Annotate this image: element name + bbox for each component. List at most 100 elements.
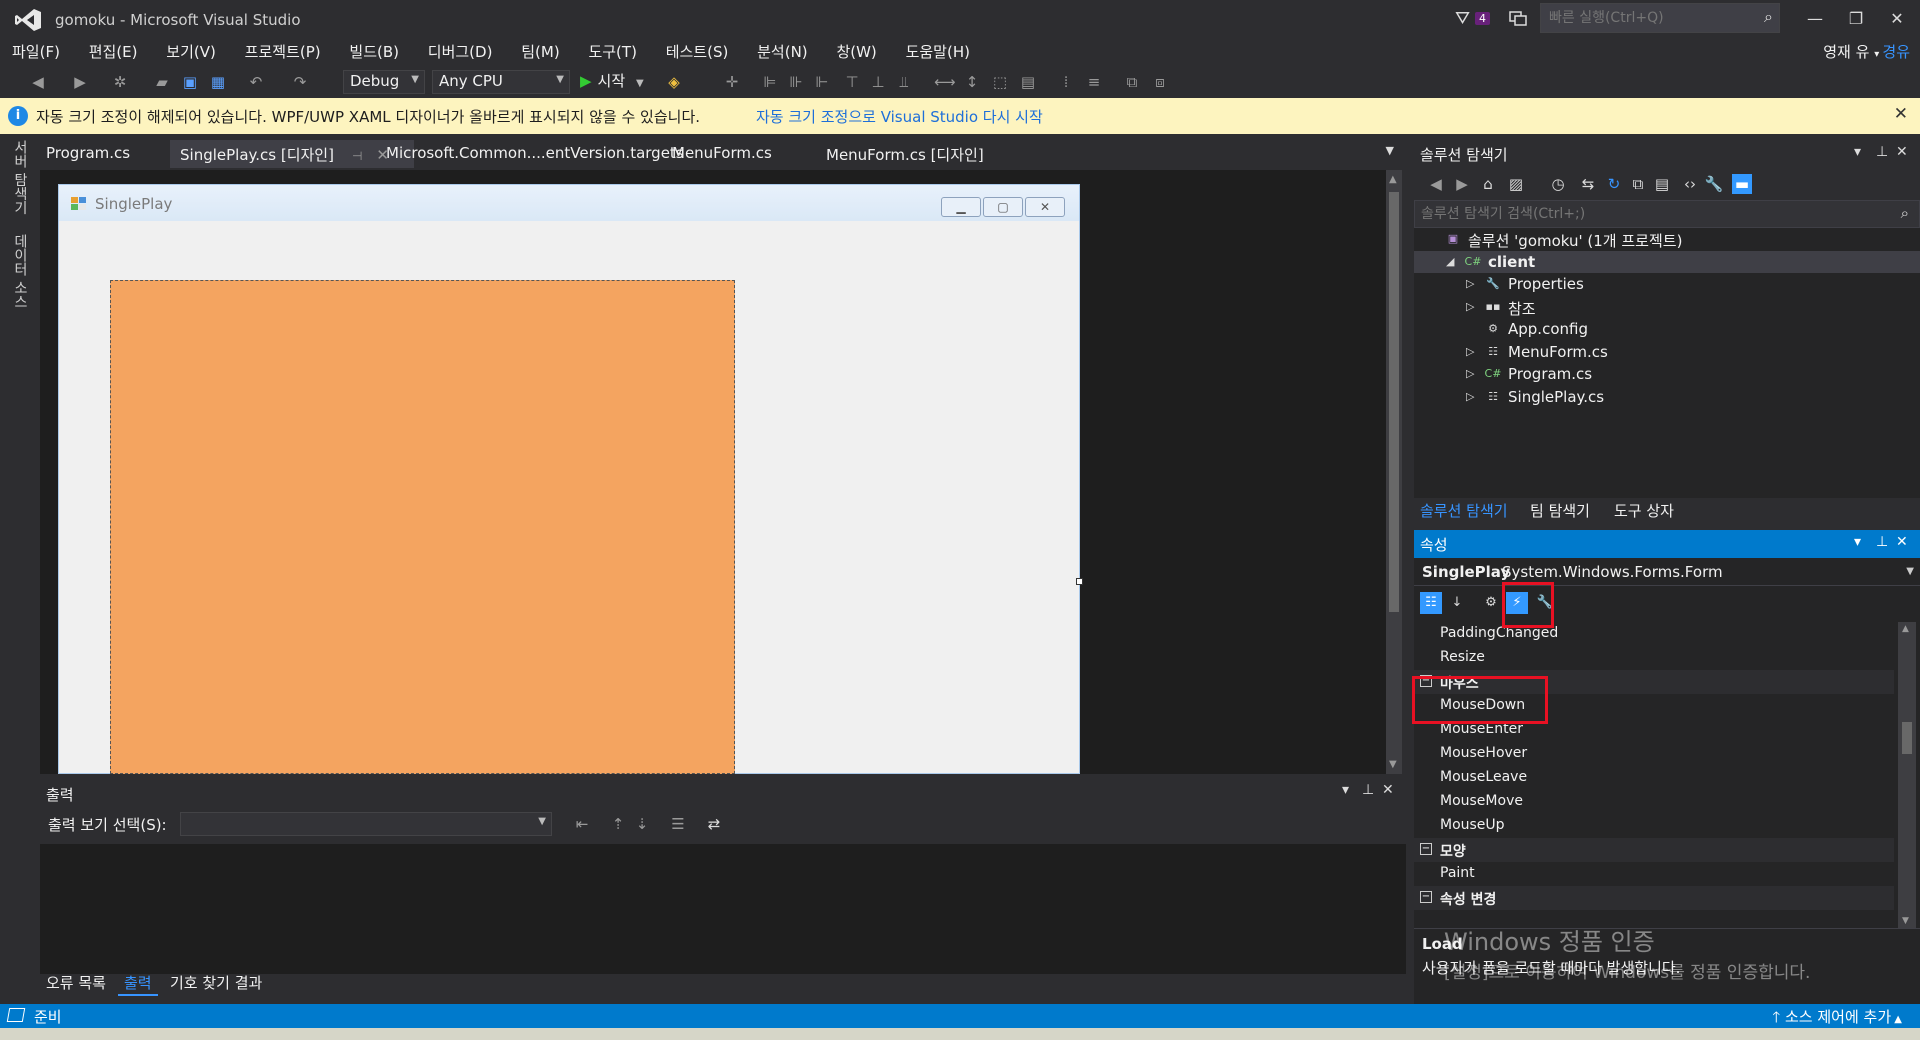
clear-all-icon[interactable]: ☰ — [668, 814, 688, 834]
undo-icon[interactable]: ↶ — [246, 72, 266, 92]
size-to-grid-icon[interactable]: ▤ — [1018, 72, 1038, 92]
close-icon[interactable]: ✕ — [1382, 782, 1394, 798]
preview-selected-items-icon[interactable]: ▬ — [1732, 174, 1752, 194]
menu-build[interactable]: 빌드(B) — [337, 38, 411, 65]
start-debugging-button[interactable]: ▶ 시작 ▼ — [580, 70, 644, 94]
panel-options-icon[interactable]: ▾ — [1342, 782, 1349, 798]
switch-views-icon[interactable]: ▨ — [1506, 174, 1526, 194]
alphabetical-icon[interactable]: ↓ — [1446, 592, 1468, 614]
collapse-arrow-icon[interactable]: ◢ — [1446, 255, 1454, 268]
solution-platform-select[interactable]: Any CPU ▼ — [432, 70, 570, 94]
back-icon[interactable]: ◀ — [1426, 174, 1446, 194]
menu-file[interactable]: 파일(F) — [0, 38, 72, 65]
output-source-select[interactable]: ▼ — [180, 812, 552, 836]
expand-arrow-icon[interactable]: ▷ — [1466, 300, 1474, 313]
align-lefts-icon[interactable]: ⊫ — [760, 72, 780, 92]
view-code-icon[interactable]: ‹› — [1680, 174, 1700, 194]
restore-button[interactable]: ❐ — [1836, 6, 1876, 32]
notification-count-badge[interactable]: 4 — [1475, 12, 1490, 25]
menu-view[interactable]: 보기(V) — [154, 38, 228, 65]
panel-options-icon[interactable]: ▾ — [1854, 144, 1861, 160]
expand-arrow-icon[interactable]: ▷ — [1466, 390, 1474, 403]
tab-solution-explorer[interactable]: 솔루션 탐색기 — [1414, 500, 1514, 521]
expand-arrow-icon[interactable]: ▷ — [1466, 345, 1474, 358]
form-resize-handle[interactable] — [1076, 578, 1083, 585]
minimize-button[interactable]: — — [1795, 6, 1835, 32]
next-message-icon[interactable]: ⇣ — [632, 814, 652, 834]
restart-dpi-unaware-link[interactable]: 자동 크기 조정으로 Visual Studio 다시 시작 — [756, 106, 1043, 127]
scroll-down-icon[interactable]: ▼ — [1389, 759, 1397, 770]
menu-analyze[interactable]: 분석(N) — [745, 38, 820, 65]
save-icon[interactable]: ▣ — [180, 72, 200, 92]
align-centers-icon[interactable]: ⊪ — [786, 72, 806, 92]
solution-search-input[interactable] — [1415, 201, 1855, 227]
browser-link-icon[interactable]: ◈ — [664, 72, 684, 92]
designer-vertical-scrollbar[interactable]: ▲ ▼ — [1386, 170, 1402, 774]
bring-to-front-icon[interactable]: ⧉ — [1122, 72, 1142, 92]
expand-arrow-icon[interactable]: ▷ — [1466, 277, 1474, 290]
event-row[interactable]: MouseLeave — [1414, 766, 1894, 790]
tree-item[interactable]: ▷ ☷ SinglePlay.cs — [1414, 386, 1920, 408]
menu-project[interactable]: 프로젝트(P) — [233, 38, 333, 65]
tab-find-symbol-results[interactable]: 기호 찾기 결과 — [164, 968, 268, 996]
menu-team[interactable]: 팀(M) — [509, 38, 571, 65]
event-row[interactable]: PaddingChanged — [1414, 622, 1894, 646]
tab-team-explorer[interactable]: 팀 탐색기 — [1524, 500, 1596, 521]
menu-test[interactable]: 테스트(S) — [654, 38, 741, 65]
server-explorer-tab[interactable]: 서버 탐색기 — [10, 140, 30, 214]
tree-item[interactable]: ◢ C# client — [1414, 250, 1920, 273]
align-bottoms-icon[interactable]: ⫫ — [894, 72, 914, 92]
event-row[interactable]: MouseMove — [1414, 790, 1894, 814]
align-to-grid-icon[interactable]: ✛ — [722, 72, 742, 92]
save-all-icon[interactable]: ▦ — [208, 72, 228, 92]
notification-flag-icon[interactable]: ⛛ — [1455, 8, 1470, 29]
pin-icon[interactable]: ⊥ — [1876, 144, 1888, 160]
menu-tools[interactable]: 도구(T) — [576, 38, 648, 65]
make-same-width-icon[interactable]: ⟷ — [934, 72, 956, 92]
new-project-icon[interactable]: ✲ — [110, 72, 130, 92]
scrollbar-thumb[interactable] — [1902, 722, 1912, 754]
refresh-icon[interactable]: ↻ — [1604, 174, 1624, 194]
properties-view-icon[interactable]: ⚙ — [1480, 592, 1502, 614]
quick-launch-box[interactable]: ⌕ — [1540, 3, 1780, 33]
menu-debug[interactable]: 디버그(D) — [416, 38, 505, 65]
property-grid-scrollbar[interactable]: ▲ ▼ — [1898, 622, 1916, 928]
toggle-word-wrap-icon[interactable]: ⇄ — [704, 814, 724, 834]
solution-configuration-select[interactable]: Debug ▼ — [343, 70, 425, 94]
tab-list-dropdown-icon[interactable]: ▼ — [1386, 144, 1394, 157]
align-tops-icon[interactable]: ⊤ — [842, 72, 862, 92]
properties-wrench-icon[interactable]: 🔧 — [1704, 174, 1724, 194]
event-row[interactable]: MouseHover — [1414, 742, 1894, 766]
collapse-box-icon[interactable]: − — [1420, 843, 1432, 855]
menu-edit[interactable]: 편집(E) — [77, 38, 150, 65]
home-icon[interactable]: ⌂ — [1478, 174, 1498, 194]
property-category[interactable]: − 모양 — [1414, 838, 1894, 862]
expand-arrow-icon[interactable]: ▷ — [1466, 367, 1474, 380]
align-middles-icon[interactable]: ⊥ — [868, 72, 888, 92]
collapse-box-icon[interactable]: − — [1420, 891, 1432, 903]
forward-icon[interactable]: ▶ — [1452, 174, 1472, 194]
scroll-down-icon[interactable]: ▼ — [1902, 916, 1909, 926]
close-window-button[interactable]: ✕ — [1877, 6, 1917, 32]
tab-menuform-designer[interactable]: MenuForm.cs [디자인] — [816, 140, 994, 168]
event-row[interactable]: MouseUp — [1414, 814, 1894, 838]
align-rights-icon[interactable]: ⊩ — [812, 72, 832, 92]
open-file-icon[interactable]: ▰ — [152, 72, 172, 92]
send-to-back-icon[interactable]: ⧈ — [1150, 72, 1170, 92]
tab-targets-file[interactable]: Microsoft.Common....entVersion.targets — [376, 140, 694, 168]
collapse-all-icon[interactable]: ⧉ — [1628, 174, 1648, 194]
redo-icon[interactable]: ↷ — [290, 72, 310, 92]
scroll-up-icon[interactable]: ▲ — [1902, 624, 1909, 634]
close-icon[interactable]: ✕ — [1896, 534, 1908, 550]
tree-item[interactable]: ▷ ▪▪ 참조 — [1414, 296, 1920, 318]
make-same-height-icon[interactable]: ↕ — [962, 72, 982, 92]
scroll-up-icon[interactable]: ▲ — [1389, 174, 1397, 185]
tab-menuform-cs[interactable]: MenuForm.cs — [662, 140, 782, 168]
show-all-files-icon[interactable]: ▤ — [1652, 174, 1672, 194]
tree-item[interactable]: ▷ C# Program.cs — [1414, 363, 1920, 385]
event-row[interactable]: Resize — [1414, 646, 1894, 670]
game-board-panel[interactable] — [110, 280, 735, 774]
user-account[interactable]: 영재 유 ▾ 경유 — [1823, 41, 1910, 62]
find-message-icon[interactable]: ⇤ — [572, 814, 592, 834]
pin-icon[interactable]: ⊥ — [1362, 782, 1374, 798]
